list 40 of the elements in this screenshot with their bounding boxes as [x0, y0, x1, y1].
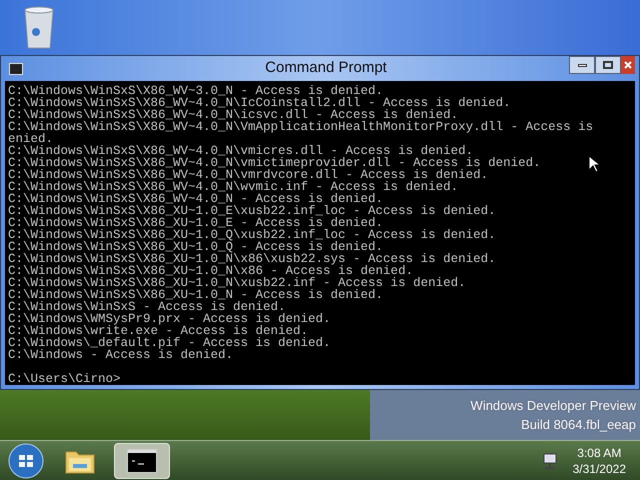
network-icon[interactable]: [540, 452, 559, 470]
close-icon: [624, 61, 632, 69]
console-line: C:\Windows\WMSysPr9.prx - Access is denied.: [8, 313, 331, 325]
console-line: C:\Windows\WinSxS\X86_WV~3.0_N - Access is denied.: [8, 85, 384, 97]
console-line: C:\Windows\write.exe - Access is denied.: [8, 325, 308, 337]
console-line: C:\Windows\WinSxS\X86_XU~1.0_E\xusb22.inf_loc - Access is denied.: [8, 205, 496, 217]
watermark-text: Build 8064.fbl_eeap: [521, 416, 636, 434]
console-line: C:\Windows\WinSxS\X86_XU~1.0_Q\xusb22.inf_loc - Access is denied.: [8, 229, 496, 241]
start-button[interactable]: [6, 442, 46, 478]
mouse-cursor-icon: [588, 155, 600, 173]
console-line: C:\Windows\WinSxS\X86_XU~1.0_N\xusb22.inf - Access is denied.: [8, 277, 466, 289]
taskbar-button[interactable]: [114, 442, 170, 478]
watermark-text: Windows Developer Preview: [470, 396, 636, 415]
maximize-button[interactable]: [595, 56, 621, 74]
console-line: C:\Windows\_default.pif - Access is denied.: [8, 337, 331, 349]
console-line: C:\Windows\WinSxS\X86_WV~4.0_N\vmicres.dll - Access is denied.: [8, 145, 474, 157]
console-line: C:\Windows\WinSxS\X86_WV~4.0_N\wvmic.inf - Access is denied.: [8, 181, 458, 193]
console-line: C:\Windows\WinSxS\X86_WV~4.0_N\VmApplicationHealthMonitorProxy.dll - Access is: [8, 121, 594, 133]
console-line: C:\Windows\WinSxS\X86_XU~1.0_N\x86 - Access is denied.: [8, 265, 414, 277]
console-icon: [127, 448, 157, 472]
console-line: C:\Windows\WinSxS\X86_XU~1.0_Q - Access is denied.: [8, 241, 384, 253]
clock[interactable]: 3:08 AM 3/31/2022: [572, 444, 626, 476]
console-line: C:\Windows\WinSxS\X86_WV~4.0_N\icsvc.dll - Access is denied.: [8, 109, 458, 121]
console-line: C:\Windows\WinSxS\X86_XU~1.0_N\x86\xusb22.sys - Access is denied.: [8, 253, 496, 265]
console-line: enied.: [8, 133, 54, 145]
window-title: Command Prompt: [265, 58, 387, 78]
console-line: C:\Windows\WinSxS\X86_XU~1.0_E - Access is denied.: [8, 217, 384, 229]
console-icon: [9, 62, 23, 74]
close-button[interactable]: [621, 56, 635, 74]
console-line: C:\Windows - Access is denied.: [8, 349, 234, 361]
console-line: C:\Windows\WinSxS\X86_WV~4.0_N - Access is denied.: [8, 193, 384, 205]
command-prompt[interactable]: C:\Users\Cirno>: [8, 373, 121, 385]
console-line: C:\Windows\WinSxS\X86_WV~4.0_N\vmrdvcore.dll - Access is denied.: [8, 169, 488, 181]
console-line: C:\Windows\WinSxS\X86_XU~1.0_N - Access is denied.: [8, 289, 384, 301]
console-line: C:\Windows\WinSxS\X86_WV~4.0_N\IcCoinstall2.dll - Access is denied.: [8, 97, 511, 109]
windows-logo-icon: [8, 442, 44, 478]
minimize-button[interactable]: [569, 56, 595, 74]
recycle-bin-icon[interactable]: [22, 6, 56, 50]
console-line: C:\Windows\WinSxS - Access is denied.: [8, 301, 286, 313]
console-line: C:\Windows\WinSxS\X86_WV~4.0_N\vmictimeprovider.dll - Access is denied.: [8, 157, 541, 169]
